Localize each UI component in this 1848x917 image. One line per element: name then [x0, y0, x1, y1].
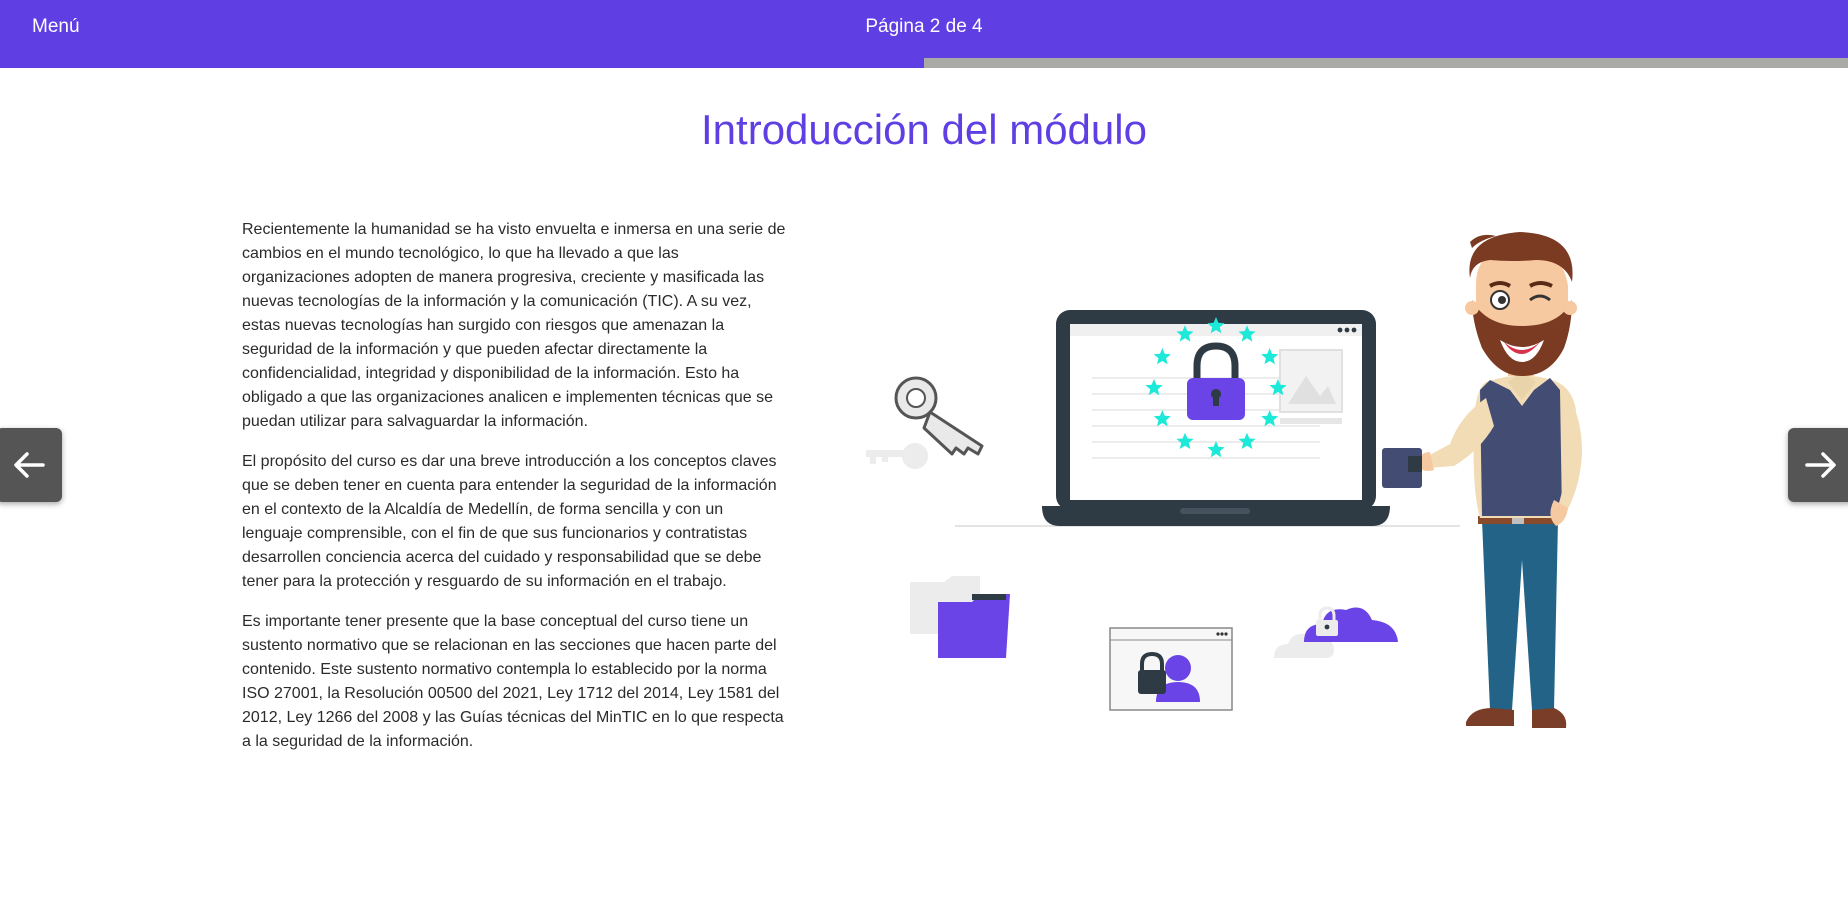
top-bar: Menú Página 2 de 4 [0, 0, 1848, 58]
progress-bar [0, 58, 1848, 68]
user-lock-window-icon [1109, 627, 1233, 711]
progress-bar-fill [0, 58, 924, 68]
folder-icon [910, 576, 1010, 658]
previous-page-button[interactable] [0, 428, 62, 502]
intro-text: Recientemente la humanidad se ha visto e… [242, 218, 788, 770]
cloud-lock-icon [1274, 606, 1398, 658]
faded-key-icon [866, 443, 928, 469]
next-page-button[interactable] [1788, 428, 1848, 502]
security-illustration [866, 232, 1582, 728]
man-character [1382, 232, 1582, 728]
intro-paragraph-3: Es importante tener presente que la base… [242, 613, 784, 750]
arrow-right-icon [1805, 452, 1836, 478]
page-title: Introducción del módulo [701, 106, 1147, 153]
intro-paragraph-1: Recientemente la humanidad se ha visto e… [242, 221, 786, 430]
page-indicator: Página 2 de 4 [865, 16, 983, 37]
key-icon [894, 376, 984, 456]
arrow-left-icon [14, 452, 45, 478]
intro-paragraph-2: El propósito del curso es dar una breve … [242, 453, 777, 590]
